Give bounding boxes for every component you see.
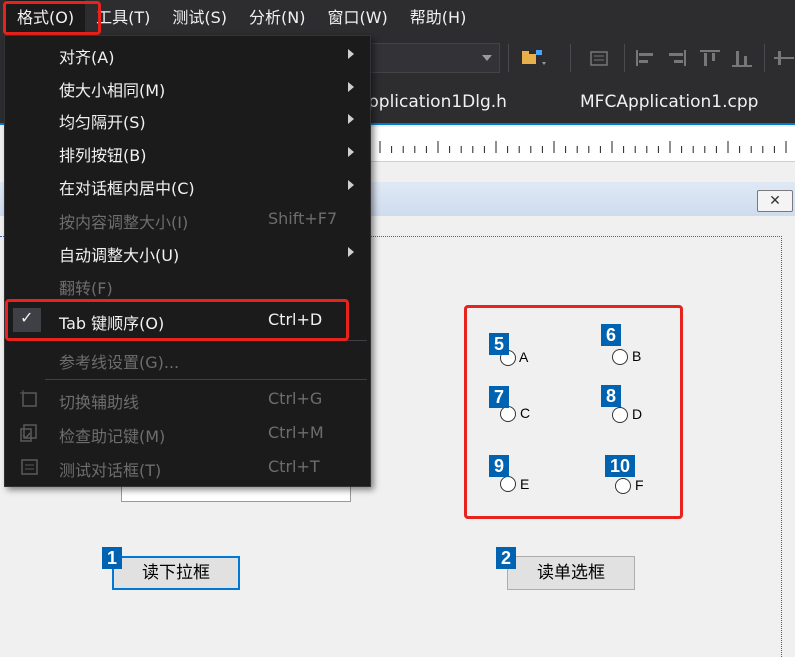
- tab-dlg-header[interactable]: pplication1Dlg.h: [368, 92, 507, 112]
- menu-item-label: 自动调整大小(U): [59, 246, 180, 265]
- submenu-arrow-icon: [348, 49, 354, 59]
- menu-item-label: 使大小相同(M): [59, 81, 166, 100]
- align-bottom-icon[interactable]: [730, 48, 754, 68]
- radio-f[interactable]: [615, 478, 631, 494]
- menu-item-make-same-size[interactable]: 使大小相同(M): [5, 71, 372, 103]
- solution-explorer-icon[interactable]: [520, 48, 550, 68]
- tab-order-badge: 7: [489, 386, 510, 408]
- menu-item-flip: 翻转(F): [5, 269, 372, 301]
- menu-item-label: 翻转(F): [59, 279, 113, 298]
- menu-window[interactable]: 窗口(W): [316, 0, 398, 36]
- toolbar-separator: [570, 44, 571, 72]
- menu-item-label: 均匀隔开(S): [59, 113, 146, 132]
- ruler-ticks: [379, 141, 787, 153]
- menu-help[interactable]: 帮助(H): [399, 0, 478, 36]
- menu-item-test-dialog: 测试对话框(T) Ctrl+T: [5, 451, 372, 483]
- menu-item-shortcut: Ctrl+M: [268, 423, 324, 442]
- menu-item-align[interactable]: 对齐(A): [5, 38, 372, 70]
- menu-test[interactable]: 测试(S): [161, 0, 238, 36]
- menu-item-shortcut: Ctrl+T: [268, 457, 320, 476]
- horizontal-ruler: [370, 127, 795, 162]
- radio-e[interactable]: [500, 476, 516, 492]
- menu-item-label: 检查助记键(M): [59, 427, 166, 446]
- menu-item-label: 按内容调整大小(I): [59, 213, 189, 232]
- menu-item-size-to-content: 按内容调整大小(I) Shift+F7: [5, 203, 372, 235]
- radio-label: E: [520, 476, 530, 492]
- test-dialog-icon: [21, 459, 38, 475]
- toolbar-combo[interactable]: [370, 43, 500, 73]
- radio-c[interactable]: [500, 406, 516, 422]
- format-menu-dropdown: 对齐(A) 使大小相同(M) 均匀隔开(S) 排列按钮(B) 在对话框内居中(C…: [4, 35, 371, 487]
- radio-label: D: [632, 406, 643, 422]
- menu-analyze[interactable]: 分析(N): [238, 0, 316, 36]
- menu-item-label: 在对话框内居中(C): [59, 179, 195, 198]
- tab-order-badge: 5: [489, 333, 510, 355]
- menu-item-label: 对齐(A): [59, 48, 115, 67]
- menu-item-arrange-buttons[interactable]: 排列按钮(B): [5, 136, 372, 168]
- menu-item-toggle-guides: 切换辅助线 Ctrl+G: [5, 383, 372, 415]
- menu-item-center-in-dialog[interactable]: 在对话框内居中(C): [5, 169, 372, 201]
- read-combo-button[interactable]: 读下拉框: [112, 556, 240, 590]
- menu-item-guide-settings: 参考线设置(G)...: [5, 343, 372, 375]
- tab-order-badge: 9: [489, 455, 510, 477]
- tab-order-highlight: [5, 299, 349, 341]
- guides-icon: [20, 390, 37, 407]
- close-icon[interactable]: ✕: [757, 190, 793, 212]
- radio-label: F: [635, 477, 644, 493]
- tab-order-badge: 2: [496, 547, 517, 569]
- toolbar-separator: [764, 44, 765, 72]
- tab-order-badge: 6: [601, 324, 622, 346]
- menu-bar: 格式(O) 工具(T) 测试(S) 分析(N) 窗口(W) 帮助(H): [0, 0, 795, 36]
- radio-label: C: [520, 405, 531, 421]
- submenu-arrow-icon: [348, 247, 354, 257]
- menu-item-shortcut: Ctrl+G: [268, 389, 323, 408]
- tab-order-badge: 10: [605, 455, 636, 477]
- tab-order-badge: 1: [102, 547, 123, 569]
- format-menu-highlight: [3, 1, 101, 35]
- align-top-icon[interactable]: [698, 48, 722, 68]
- menu-item-check-mnemonics: 检查助记键(M) Ctrl+M: [5, 417, 372, 449]
- menu-item-label: 切换辅助线: [59, 393, 140, 412]
- center-vertical-icon[interactable]: [772, 48, 795, 68]
- menu-item-label: 测试对话框(T): [59, 461, 162, 480]
- menu-item-shortcut: Shift+F7: [268, 209, 338, 228]
- submenu-arrow-icon: [348, 82, 354, 92]
- properties-icon[interactable]: [588, 48, 612, 68]
- chevron-down-icon: [482, 55, 492, 61]
- menu-separator: [45, 379, 367, 380]
- align-left-icon[interactable]: [634, 48, 658, 68]
- submenu-arrow-icon: [348, 114, 354, 124]
- menu-item-label: 参考线设置(G)...: [59, 353, 180, 372]
- submenu-arrow-icon: [348, 180, 354, 190]
- menu-item-auto-size[interactable]: 自动调整大小(U): [5, 236, 372, 268]
- align-right-icon[interactable]: [664, 48, 688, 68]
- toolbar-separator: [624, 44, 625, 72]
- radio-b[interactable]: [612, 349, 628, 365]
- check-mnemonics-icon: [20, 424, 37, 442]
- read-radio-button[interactable]: 读单选框: [507, 556, 635, 590]
- radio-label: A: [519, 349, 529, 365]
- tab-app-cpp[interactable]: MFCApplication1.cpp: [580, 92, 758, 112]
- menu-item-space-evenly[interactable]: 均匀隔开(S): [5, 103, 372, 135]
- submenu-arrow-icon: [348, 147, 354, 157]
- menu-item-label: 排列按钮(B): [59, 146, 147, 165]
- radio-d[interactable]: [612, 407, 628, 423]
- toolbar-separator: [508, 44, 509, 72]
- tab-order-badge: 8: [601, 385, 622, 407]
- radio-label: B: [632, 348, 642, 364]
